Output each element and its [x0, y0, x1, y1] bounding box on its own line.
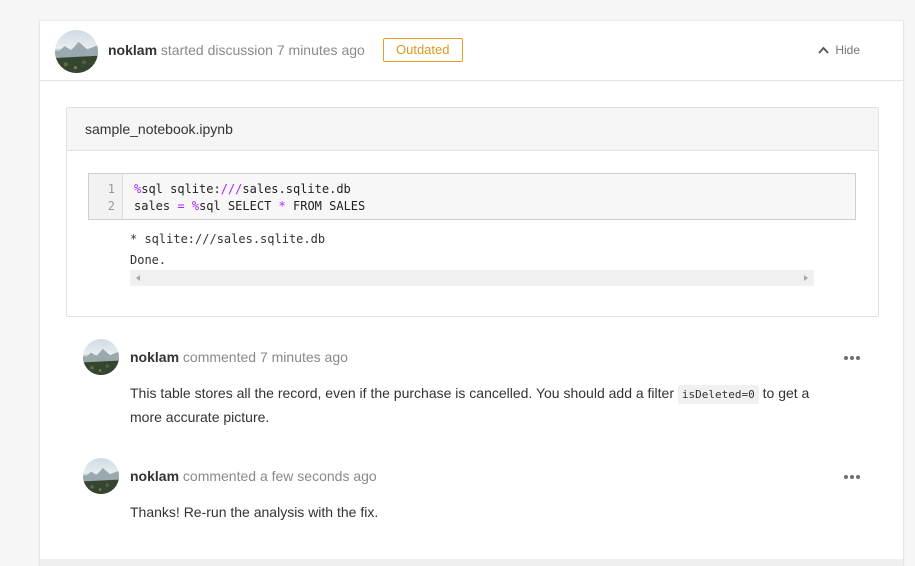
discussion-time[interactable]: 7 minutes ago: [277, 42, 365, 58]
code-operator: *: [278, 199, 286, 213]
discussion-action: started discussion: [160, 42, 273, 58]
comment-text: This table stores all the record, even i…: [130, 385, 678, 401]
more-dot: [856, 475, 860, 479]
avatar-image: [83, 467, 119, 494]
magic-prefix: %: [191, 199, 200, 213]
comment-time[interactable]: a few seconds ago: [260, 468, 377, 484]
chevron-up-icon: [818, 46, 829, 54]
horizontal-scrollbar[interactable]: [130, 270, 814, 286]
code-token: sales: [134, 199, 178, 213]
avatar[interactable]: [55, 30, 98, 73]
comment-meta: noklam commented 7 minutes ago: [130, 349, 348, 366]
outdated-badge: Outdated: [383, 38, 463, 62]
hide-button[interactable]: Hide: [818, 42, 860, 58]
author-name[interactable]: noklam: [108, 42, 157, 58]
avatar-image: [55, 41, 98, 73]
output-line: * sqlite:///sales.sqlite.db: [130, 232, 326, 246]
cell-output: * sqlite:///sales.sqlite.db Done.: [130, 230, 325, 272]
more-dot: [856, 356, 860, 360]
code-token: ///: [220, 182, 243, 196]
avatar[interactable]: [83, 458, 119, 494]
code-line-2: sales = %sql SELECT * FROM SALES: [134, 198, 365, 215]
line-number-gutter: 1 2: [89, 174, 123, 219]
comment-body: Thanks! Re-run the analysis with the fix…: [130, 504, 379, 520]
hide-label: Hide: [835, 43, 860, 57]
comment-meta: noklam commented a few seconds ago: [130, 468, 377, 485]
comment-action: commented: [182, 468, 257, 484]
file-name: sample_notebook.ipynb: [67, 108, 878, 151]
caret-left-icon[interactable]: [136, 275, 140, 281]
code-lines: %sql sqlite:///sales.sqlite.db sales = %…: [134, 181, 365, 215]
code-operator: =: [177, 199, 185, 213]
author-name[interactable]: noklam: [130, 349, 179, 365]
output-line: Done.: [130, 253, 167, 267]
discussion-meta: noklam started discussion 7 minutes ago: [108, 42, 365, 59]
author-name[interactable]: noklam: [130, 468, 179, 484]
more-horizontal-icon[interactable]: [844, 475, 860, 479]
caret-right-icon[interactable]: [804, 275, 808, 281]
discussion-header: noklam started discussion 7 minutes ago …: [40, 21, 903, 81]
avatar[interactable]: [83, 339, 119, 375]
code-token: sales.sqlite.db: [242, 182, 351, 196]
avatar-image: [83, 348, 119, 375]
code-line-1: %sql sqlite:///sales.sqlite.db: [134, 181, 365, 198]
reply-area-edge: [40, 559, 903, 566]
more-dot: [844, 356, 848, 360]
code-token: FROM SALES: [285, 199, 366, 213]
code-token: sql sqlite:: [141, 182, 221, 196]
more-dot: [850, 475, 854, 479]
line-number: 2: [107, 199, 115, 213]
notebook-file-box: sample_notebook.ipynb 1 2 %sql sqlite://…: [66, 107, 879, 317]
comment-action: commented: [182, 349, 257, 365]
line-number: 1: [107, 182, 115, 196]
comment-body: This table stores all the record, even i…: [130, 382, 840, 428]
more-dot: [850, 356, 854, 360]
discussion-card: noklam started discussion 7 minutes ago …: [39, 20, 904, 566]
comment-time[interactable]: 7 minutes ago: [260, 349, 348, 365]
more-dot: [844, 475, 848, 479]
inline-code: isDeleted=0: [677, 385, 759, 404]
code-cell[interactable]: 1 2 %sql sqlite:///sales.sqlite.db sales…: [88, 173, 856, 220]
more-horizontal-icon[interactable]: [844, 356, 860, 360]
code-token: sql SELECT: [199, 199, 279, 213]
